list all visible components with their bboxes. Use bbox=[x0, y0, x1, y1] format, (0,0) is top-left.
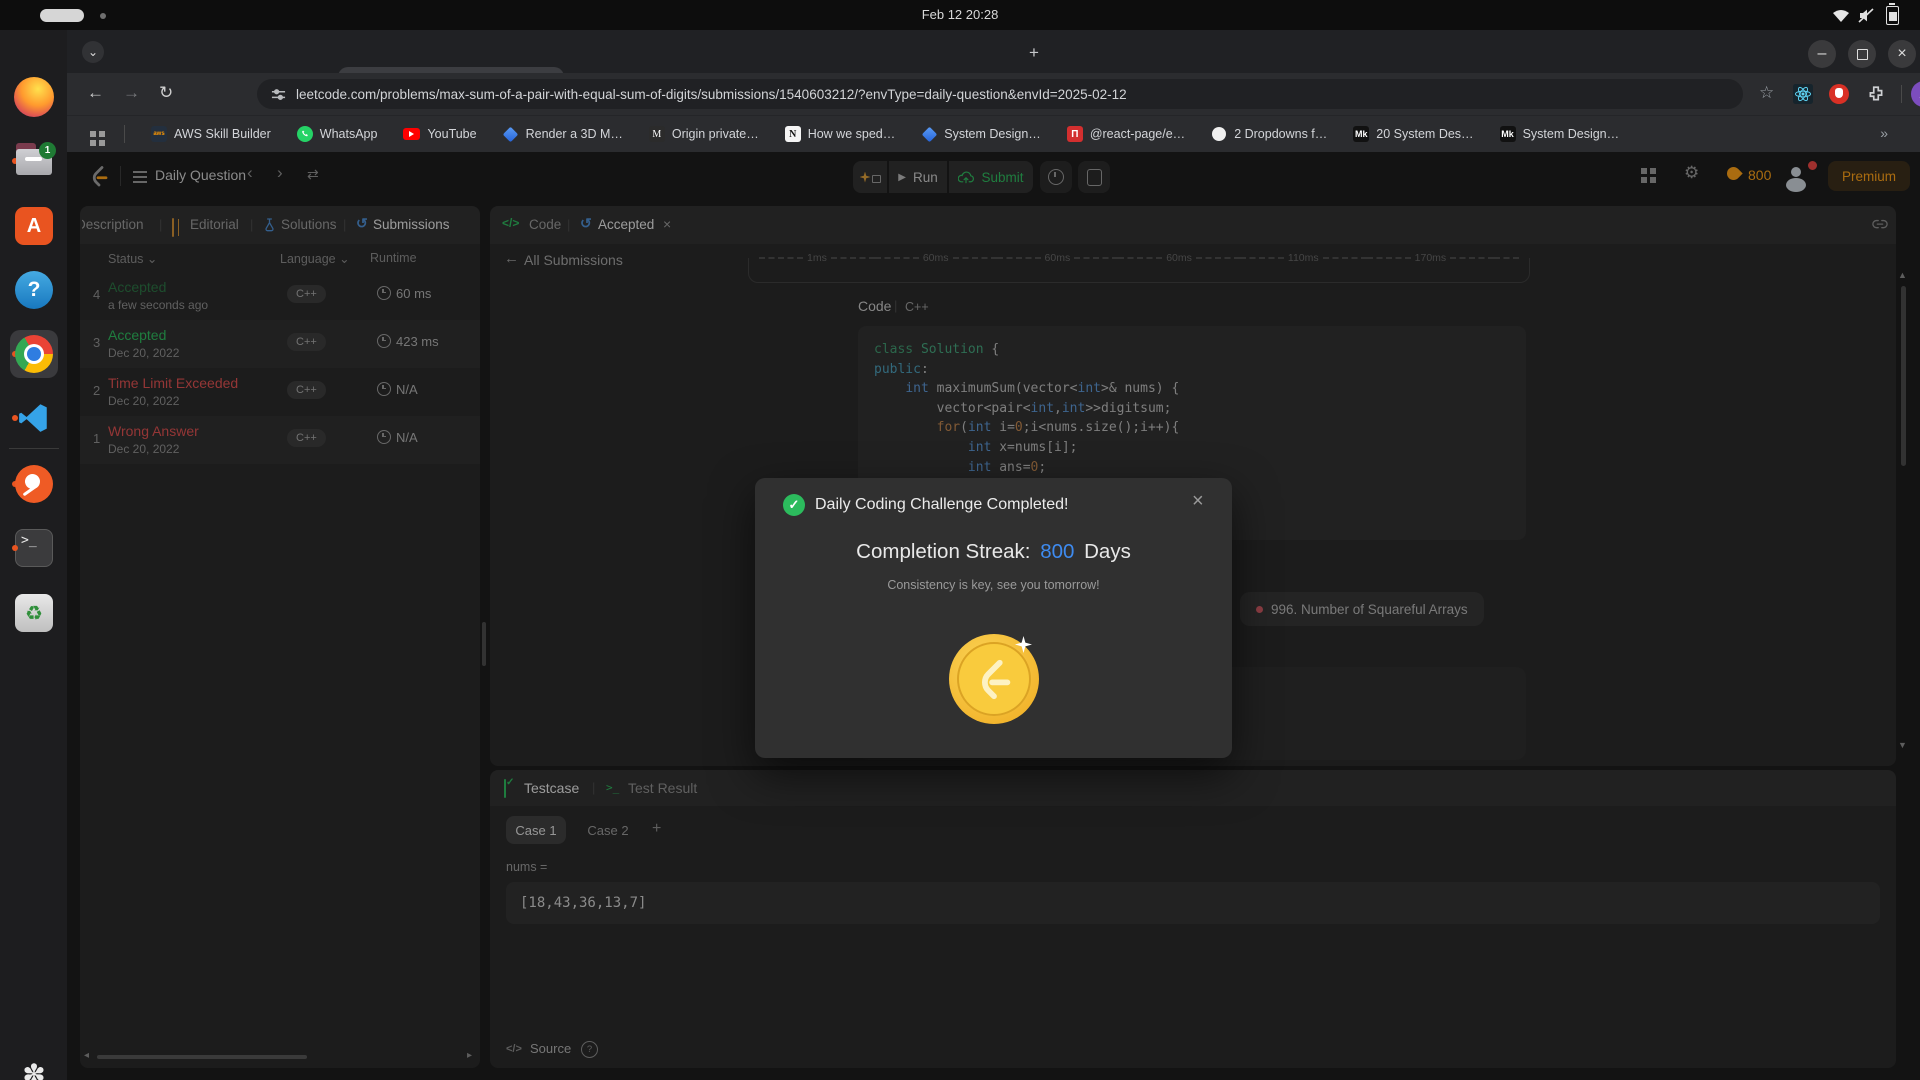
terminal-icon: >_ bbox=[15, 529, 53, 567]
leetcoin-logo bbox=[971, 656, 1017, 702]
whatsapp-icon bbox=[297, 126, 313, 142]
dock-item-vscode[interactable] bbox=[10, 394, 58, 442]
software-store-icon: A bbox=[15, 207, 53, 245]
reload-icon[interactable]: ↻ bbox=[159, 83, 173, 103]
react-devtools-icon[interactable] bbox=[1793, 84, 1813, 104]
dock: 1 A ? >_ bbox=[0, 30, 68, 1080]
chrome-icon bbox=[15, 335, 53, 373]
blocker-icon[interactable] bbox=[1829, 84, 1849, 104]
wifi-icon[interactable] bbox=[1832, 8, 1850, 23]
files-icon: 1 bbox=[16, 147, 52, 175]
bookmark-aws[interactable]: awsAWS Skill Builder bbox=[151, 126, 271, 142]
system-top-bar: Feb 12 20:28 bbox=[0, 0, 1920, 30]
dock-item-firefox[interactable] bbox=[10, 73, 58, 121]
bookmarks-divider bbox=[124, 125, 125, 143]
bookmark-sysdesign1[interactable]: System Design… bbox=[921, 126, 1041, 142]
tab-search-button[interactable]: ⌄ bbox=[82, 41, 104, 63]
battery-cap bbox=[1889, 3, 1895, 5]
dock-item-terminal[interactable]: >_ bbox=[10, 524, 58, 572]
browser-tab-bar: ⌄ H Overview | Hostinger × Max Sum of a … bbox=[67, 30, 1920, 73]
bookmark-origin[interactable]: MOrigin private… bbox=[649, 126, 759, 142]
notion-icon: N bbox=[785, 126, 801, 142]
dock-item-help[interactable]: ? bbox=[10, 266, 58, 314]
dock-divider bbox=[9, 448, 59, 449]
files-badge: 1 bbox=[39, 142, 56, 159]
firefox-icon bbox=[14, 77, 54, 117]
medium-icon: M bbox=[649, 126, 665, 142]
battery-icon[interactable] bbox=[1886, 6, 1899, 25]
show-apps-icon: ✽ bbox=[22, 1058, 45, 1080]
react-page-icon: П bbox=[1067, 126, 1083, 142]
dock-item-chrome[interactable] bbox=[10, 330, 58, 378]
bookmark-star-icon[interactable]: ☆ bbox=[1759, 83, 1774, 103]
mk-icon: Mk bbox=[1353, 126, 1369, 142]
bookmarks-bar: awsAWS Skill Builder WhatsApp YouTube Re… bbox=[67, 115, 1920, 153]
apps-grid-icon[interactable] bbox=[90, 131, 96, 137]
forward-icon[interactable]: → bbox=[123, 83, 140, 103]
dialog-close-icon[interactable]: × bbox=[1192, 490, 1204, 513]
streak-line: Completion Streak: 800 Days bbox=[755, 540, 1232, 564]
vscode-icon bbox=[17, 401, 51, 435]
new-tab-button[interactable]: + bbox=[1029, 43, 1039, 63]
extensions-puzzle-icon[interactable] bbox=[1867, 85, 1885, 103]
volume-muted-icon[interactable] bbox=[1858, 7, 1876, 24]
bookmark-dropdowns[interactable]: 2 Dropdowns f… bbox=[1211, 126, 1327, 142]
dock-item-software-store[interactable]: A bbox=[10, 202, 58, 250]
bookmark-render3d[interactable]: Render a 3D M… bbox=[503, 126, 623, 142]
url-bar[interactable]: leetcode.com/problems/max-sum-of-a-pair-… bbox=[257, 79, 1743, 109]
window-restore-button[interactable] bbox=[1848, 40, 1876, 68]
leetcoin bbox=[949, 634, 1039, 724]
dialog-subtitle: Consistency is key, see you tomorrow! bbox=[755, 578, 1232, 592]
dock-item-trash[interactable]: ♻ bbox=[10, 589, 58, 637]
site-info-icon[interactable] bbox=[271, 87, 286, 102]
youtube-icon bbox=[403, 128, 420, 140]
success-check-icon bbox=[783, 494, 805, 516]
streak-value: 800 bbox=[1036, 540, 1078, 563]
back-icon[interactable]: ← bbox=[87, 83, 104, 103]
dock-item-files[interactable]: 1 bbox=[10, 137, 58, 185]
bookmarks-overflow-chevron[interactable]: » bbox=[1880, 125, 1888, 141]
help-icon: ? bbox=[15, 271, 53, 309]
bookmark-whatsapp[interactable]: WhatsApp bbox=[297, 126, 378, 142]
diamond-icon bbox=[921, 126, 937, 142]
bookmark-reactpage[interactable]: П@react-page/e… bbox=[1067, 126, 1185, 142]
browser-toolbar: ← → ↻ leetcode.com/problems/max-sum-of-a… bbox=[67, 73, 1920, 115]
window-minimize-button[interactable]: – bbox=[1808, 40, 1836, 68]
streak-dialog: Daily Coding Challenge Completed! × Comp… bbox=[755, 478, 1232, 758]
diamond-icon bbox=[503, 126, 519, 142]
screen: Feb 12 20:28 1 A ? bbox=[0, 0, 1920, 1080]
trash-icon: ♻ bbox=[15, 594, 53, 632]
bookmark-sysdesign2[interactable]: MkSystem Design… bbox=[1500, 126, 1620, 142]
window-close-button[interactable]: × bbox=[1888, 40, 1916, 68]
dialog-title: Daily Coding Challenge Completed! bbox=[815, 496, 1068, 514]
bookmark-howwesped[interactable]: NHow we sped… bbox=[785, 126, 896, 142]
bookmark-20system[interactable]: Mk20 System Des… bbox=[1353, 126, 1473, 142]
dock-item-postman[interactable] bbox=[10, 460, 58, 508]
postman-icon bbox=[15, 465, 53, 503]
url-text: leetcode.com/problems/max-sum-of-a-pair-… bbox=[296, 87, 1127, 102]
system-clock[interactable]: Feb 12 20:28 bbox=[0, 0, 1920, 30]
dock-item-show-apps[interactable]: ✽ bbox=[10, 1050, 58, 1080]
github-icon bbox=[1211, 126, 1227, 142]
toolbar-divider bbox=[1901, 85, 1902, 103]
aws-icon: aws bbox=[151, 126, 167, 142]
profile-avatar[interactable]: A bbox=[1911, 81, 1920, 107]
bookmark-youtube[interactable]: YouTube bbox=[403, 127, 476, 141]
mk-icon: Mk bbox=[1500, 126, 1516, 142]
